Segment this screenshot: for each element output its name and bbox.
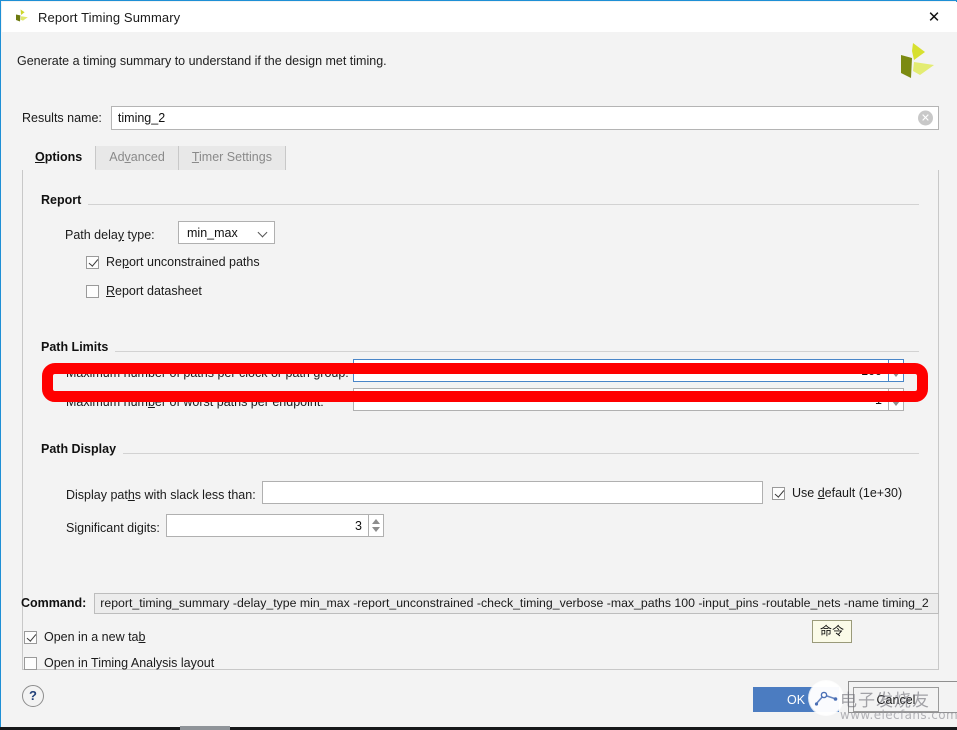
max-worst-paths-value: 1 xyxy=(875,393,882,407)
xilinx-vivado-logo-icon xyxy=(893,40,939,86)
command-row: Command: report_timing_summary -delay_ty… xyxy=(21,592,939,614)
command-value-field[interactable]: report_timing_summary -delay_type min_ma… xyxy=(94,593,939,614)
slack-label: Display paths with slack less than: xyxy=(66,488,256,502)
open-in-new-tab-checkbox[interactable]: Open in a new tab xyxy=(24,630,145,644)
help-button[interactable]: ? xyxy=(22,685,44,707)
vivado-logo-icon xyxy=(12,8,32,26)
command-label: Command: xyxy=(21,596,86,610)
significant-digits-label: Significant digits: xyxy=(66,521,160,535)
checkbox-box xyxy=(24,631,37,644)
report-group-title: Report xyxy=(41,193,88,207)
scroll-nub[interactable] xyxy=(180,726,230,730)
tab-options-label: ptions xyxy=(45,150,83,164)
open-in-new-tab-label: Open in a new tab xyxy=(44,630,145,644)
ok-button[interactable]: OK xyxy=(753,687,839,712)
max-worst-paths-stepper[interactable] xyxy=(889,388,904,411)
report-unconstrained-paths-checkbox[interactable]: Report unconstrained paths xyxy=(86,255,260,269)
checkbox-box xyxy=(24,657,37,670)
use-default-label: Use default (1e+30) xyxy=(792,486,902,500)
dialog-footer: Command: report_timing_summary -delay_ty… xyxy=(2,677,957,728)
tab-advanced-label-2: anced xyxy=(131,150,165,164)
command-tooltip: 命令 xyxy=(812,620,852,643)
path-delay-type-value: min_max xyxy=(187,226,238,240)
cancel-button[interactable]: Cancel xyxy=(853,687,939,712)
significant-digits-stepper[interactable] xyxy=(369,514,384,537)
path-delay-type-label: Path delay type: xyxy=(65,228,155,242)
path-delay-type-select[interactable]: min_max xyxy=(178,221,275,244)
open-in-timing-layout-checkbox[interactable]: Open in Timing Analysis layout xyxy=(24,656,214,670)
report-datasheet-label: Report datasheet xyxy=(106,284,202,298)
stepper-up-icon[interactable] xyxy=(892,393,900,398)
dialog-body: Results name: timing_2 ✕ Options Advance… xyxy=(2,94,957,677)
checkbox-box xyxy=(772,487,785,500)
report-timing-summary-dialog: Report Timing Summary ✕ Generate a timin… xyxy=(0,0,957,730)
tab-timer-settings[interactable]: Timer Settings xyxy=(179,146,286,170)
tab-advanced[interactable]: Advanced xyxy=(96,146,179,170)
max-worst-paths-label: Maximum number of worst paths per endpoi… xyxy=(66,395,324,409)
path-limits-group-title: Path Limits xyxy=(41,340,115,354)
results-name-label: Results name: xyxy=(22,111,102,125)
chevron-down-icon xyxy=(259,228,268,237)
tab-timer-accel: T xyxy=(192,150,199,164)
path-display-group-rule xyxy=(41,453,919,454)
report-datasheet-checkbox[interactable]: Report datasheet xyxy=(86,284,202,298)
significant-digits-input[interactable]: 3 xyxy=(166,514,369,537)
stepper-down-icon[interactable] xyxy=(892,372,900,377)
stepper-down-icon[interactable] xyxy=(372,527,380,532)
close-icon[interactable]: ✕ xyxy=(911,2,957,32)
slack-input[interactable] xyxy=(262,481,763,504)
open-in-timing-layout-label: Open in Timing Analysis layout xyxy=(44,656,214,670)
significant-digits-value: 3 xyxy=(355,519,362,533)
max-paths-value: 100 xyxy=(861,364,882,378)
title-bar: Report Timing Summary ✕ xyxy=(2,2,957,32)
tab-timer-label: imer Settings xyxy=(199,150,272,164)
results-name-input[interactable]: timing_2 ✕ xyxy=(111,106,939,130)
tabs-wrapper: Options Advanced Timer Settings xyxy=(22,146,939,170)
results-name-value: timing_2 xyxy=(112,111,165,125)
max-paths-stepper[interactable] xyxy=(889,359,904,382)
tab-bar: Options Advanced Timer Settings xyxy=(22,146,939,170)
header-description: Generate a timing summary to understand … xyxy=(17,54,387,68)
path-limits-group-rule xyxy=(41,351,919,352)
tab-options-accel: O xyxy=(35,150,45,164)
max-paths-input[interactable]: 100 xyxy=(353,359,889,382)
stepper-up-icon[interactable] xyxy=(892,364,900,369)
report-unconstrained-paths-label: Report unconstrained paths xyxy=(106,255,260,269)
results-name-row: Results name: timing_2 ✕ xyxy=(22,106,939,130)
checkbox-box xyxy=(86,285,99,298)
tab-options[interactable]: Options xyxy=(22,146,96,170)
report-group-rule xyxy=(41,204,919,205)
stepper-down-icon[interactable] xyxy=(892,401,900,406)
window-title: Report Timing Summary xyxy=(38,10,180,25)
stepper-up-icon[interactable] xyxy=(372,519,380,524)
checkbox-box xyxy=(86,256,99,269)
command-value: report_timing_summary -delay_type min_ma… xyxy=(100,596,928,610)
use-default-checkbox[interactable]: Use default (1e+30) xyxy=(772,486,902,500)
header-band: Generate a timing summary to understand … xyxy=(2,32,957,95)
path-display-group-title: Path Display xyxy=(41,442,123,456)
tab-filler xyxy=(286,146,939,170)
max-paths-label: Maximum number of paths per clock or pat… xyxy=(66,366,349,380)
tab-advanced-label: Ad xyxy=(109,150,124,164)
max-worst-paths-input[interactable]: 1 xyxy=(353,388,889,411)
clear-icon[interactable]: ✕ xyxy=(918,111,933,126)
